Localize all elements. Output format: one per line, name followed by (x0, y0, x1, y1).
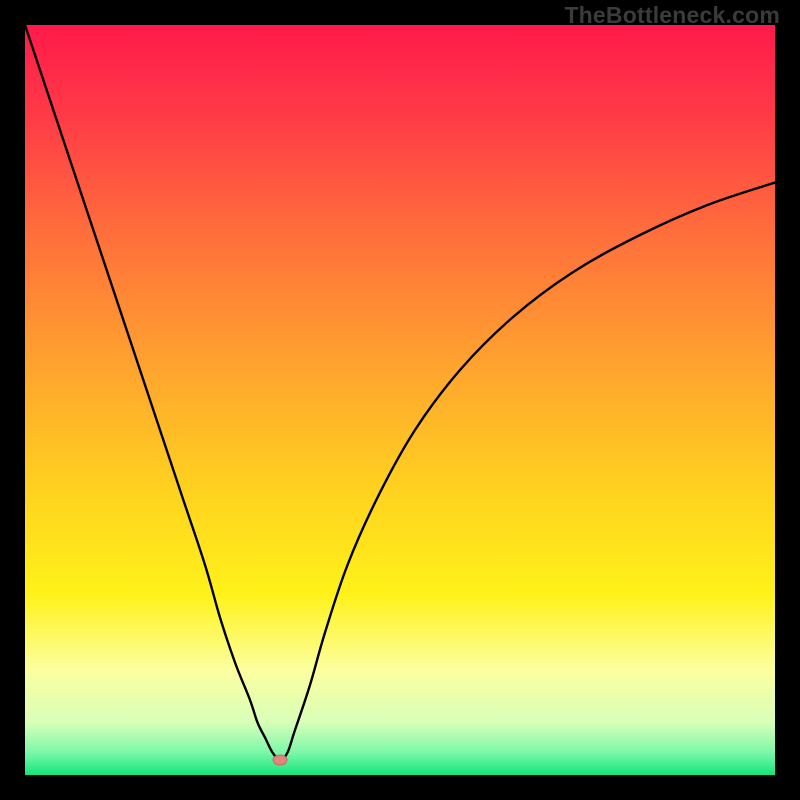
gradient-background (25, 25, 775, 775)
plot-area (25, 25, 775, 775)
watermark-text: TheBottleneck.com (564, 2, 780, 29)
optimum-marker (273, 755, 287, 765)
chart-frame: TheBottleneck.com (0, 0, 800, 800)
chart-svg (25, 25, 775, 775)
